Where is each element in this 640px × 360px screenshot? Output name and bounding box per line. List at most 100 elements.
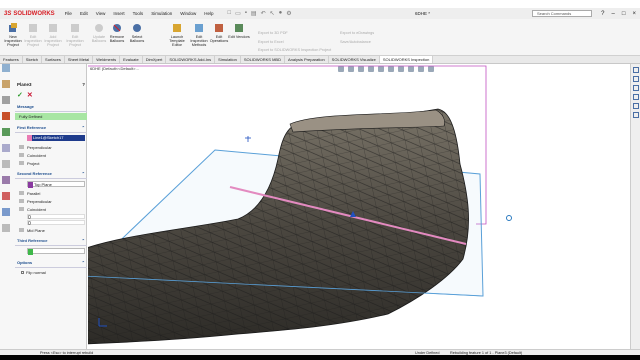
tab-evaluate[interactable]: Evaluate [120, 56, 143, 63]
third-reference-selection[interactable] [27, 248, 85, 255]
edit-inspection-project-button[interactable]: Edit Inspection Project [22, 23, 44, 48]
offset-spinbox[interactable]: 0 [27, 214, 85, 221]
delete-icon[interactable] [2, 192, 10, 200]
remove-balloons-button[interactable]: Remove Balloons [106, 23, 128, 43]
appearance-icon[interactable] [2, 176, 10, 184]
tab-sketch[interactable]: Sketch [23, 56, 43, 63]
graphics-area[interactable]: 6DHE (Default<<Default>... [88, 64, 630, 349]
flip-normal-checkbox[interactable]: Flip normal [15, 268, 87, 277]
rebuild-icon[interactable]: ● [279, 10, 283, 17]
edit-project-2-icon [71, 24, 79, 32]
collapse-icon[interactable]: ⌃ [82, 238, 85, 243]
config-manager-icon[interactable] [2, 96, 10, 104]
reference-icon[interactable] [2, 160, 10, 168]
coincident-option-2[interactable]: Coincident [15, 205, 87, 213]
file-explorer-icon[interactable] [632, 85, 639, 91]
add-inspection-project-button[interactable]: Add Inspection Project [42, 23, 64, 48]
left-vertical-toolbar [2, 64, 14, 232]
custom-properties-icon[interactable] [632, 112, 639, 118]
export-excel-button[interactable]: Export to Excel [258, 40, 284, 44]
perpendicular-option[interactable]: Perpendicular [15, 143, 87, 151]
resources-icon[interactable] [632, 67, 639, 73]
coincident-option[interactable]: Coincident [15, 151, 87, 159]
save-autobalance-button[interactable]: Save/Autobalance [340, 40, 371, 44]
tab-dimxpert[interactable]: DimXpert [143, 56, 167, 63]
edit-inspection-project-2-button[interactable]: Edit Inspection Project [64, 23, 86, 48]
edit-vendors-button[interactable]: Edit Vendors [228, 23, 250, 39]
other-icon[interactable] [2, 224, 10, 232]
design-library-icon[interactable] [632, 76, 639, 82]
project-option[interactable]: Project [15, 159, 87, 167]
collapse-icon[interactable]: ⌃ [82, 171, 85, 176]
edit-operations-button[interactable]: Edit Operations [208, 23, 230, 43]
undo-icon[interactable]: ↶ [261, 10, 266, 17]
property-manager-icon[interactable] [2, 80, 10, 88]
reference-color-swatch [28, 249, 33, 255]
edit-inspection-methods-button[interactable]: Edit Inspection Methods [188, 23, 210, 48]
export-3d-pdf-button[interactable]: Export to 3D PDF [258, 31, 288, 35]
appearances-icon[interactable] [632, 103, 639, 109]
open-icon[interactable]: ▭ [235, 10, 241, 17]
print-icon[interactable]: ▤ [251, 10, 257, 17]
help-icon[interactable]: ? [601, 11, 604, 17]
tab-visualize[interactable]: SOLIDWORKS Visualize [329, 56, 380, 63]
tab-sheet-metal[interactable]: Sheet Metal [65, 56, 94, 63]
minimize-icon[interactable]: – [612, 11, 615, 17]
menu-edit[interactable]: Edit [80, 11, 88, 16]
new-inspection-project-button[interactable]: New Inspection Project [2, 23, 24, 48]
message-section-header[interactable]: Message [15, 102, 87, 112]
tab-addins[interactable]: SOLIDWORKS Add-Ins [166, 56, 216, 63]
menu-file[interactable]: File [65, 11, 72, 16]
tab-simulation[interactable]: Simulation [215, 56, 241, 63]
angle-spinbox[interactable]: 0 [27, 220, 85, 227]
menu-help[interactable]: Help [204, 11, 213, 16]
solidworks-window: 3S SOLIDWORKS File Edit View Insert Tool… [0, 0, 640, 349]
sketch-icon[interactable] [2, 144, 10, 152]
maximize-icon[interactable]: □ [622, 11, 626, 17]
ok-check-icon[interactable]: ✓ [17, 91, 23, 99]
dimxpert-icon[interactable] [2, 112, 10, 120]
menu-tools[interactable]: Tools [133, 11, 144, 16]
options-icon[interactable]: ⚙ [286, 10, 291, 17]
launch-template-editor-button[interactable]: Launch Template Editor [166, 23, 188, 48]
export-inspection-project-button[interactable]: Export to SOLIDWORKS Inspection Project [258, 48, 331, 52]
save-icon[interactable]: ▪ [245, 10, 247, 17]
tab-features[interactable]: Features [0, 56, 23, 63]
model-view[interactable] [88, 64, 630, 349]
feature-tree-icon[interactable] [2, 64, 10, 72]
parallel-option[interactable]: Parallel [15, 189, 87, 197]
cancel-x-icon[interactable]: ✕ [27, 91, 33, 99]
view-palette-icon[interactable] [632, 94, 639, 100]
export-edrawings-button[interactable]: Export to eDrawings [340, 31, 374, 35]
mid-plane-option[interactable]: Mid Plane [15, 226, 87, 234]
second-reference-selection[interactable]: Top Plane [27, 181, 85, 188]
menu-simulation[interactable]: Simulation [151, 11, 172, 16]
first-reference-selection[interactable]: Line1@Sketch17 [27, 135, 85, 141]
collapse-icon[interactable]: ⌃ [82, 125, 85, 130]
perpendicular-option-2[interactable]: Perpendicular [15, 197, 87, 205]
plane-drag-handle[interactable] [506, 215, 512, 221]
tab-mbd[interactable]: SOLIDWORKS MBD [241, 56, 285, 63]
first-reference-header[interactable]: First Reference ⌃ [15, 123, 87, 133]
help-icon[interactable]: ? [82, 82, 85, 87]
second-reference-header[interactable]: Second Reference ⌃ [15, 169, 87, 179]
tab-surfaces[interactable]: Surfaces [42, 56, 65, 63]
tab-inspection[interactable]: SOLIDWORKS Inspection [379, 56, 434, 63]
tab-weldments[interactable]: Weldments [93, 56, 121, 63]
select-icon[interactable]: ↖ [270, 10, 275, 17]
quick-access-toolbar: □ ▭ ▪ ▤ ↶ ↖ ● ⚙ [227, 10, 291, 17]
measure-icon[interactable] [2, 208, 10, 216]
third-reference-header[interactable]: Third Reference ⌃ [15, 236, 87, 246]
close-icon[interactable]: × [632, 11, 636, 17]
menu-window[interactable]: Window [180, 11, 196, 16]
select-balloons-button[interactable]: Select Balloons [126, 23, 148, 43]
tab-analysis-preparation[interactable]: Analysis Preparation [285, 56, 329, 63]
menu-view[interactable]: View [96, 11, 106, 16]
collapse-icon[interactable]: ⌃ [82, 260, 85, 265]
display-manager-icon[interactable] [2, 128, 10, 136]
new-icon[interactable]: □ [227, 10, 231, 17]
ds-logo-icon: 3S [4, 10, 12, 17]
options-header[interactable]: Options ⌃ [15, 258, 87, 268]
search-commands-input[interactable]: Search Commands [532, 10, 592, 17]
menu-insert[interactable]: Insert [113, 11, 124, 16]
